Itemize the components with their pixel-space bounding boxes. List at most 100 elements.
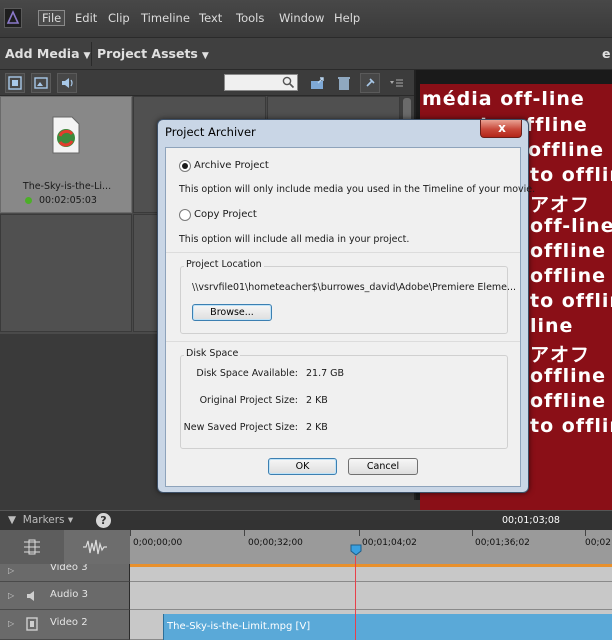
offline-text: to offlin [530, 164, 612, 186]
project-assets-label: Project Assets [97, 46, 198, 61]
offline-text: offline [530, 265, 607, 287]
video-filter-button[interactable] [5, 73, 25, 93]
timeline-clip[interactable]: The-Sky-is-the-Limit.mpg [V] [163, 614, 612, 640]
disk-space-title: Disk Space [184, 348, 241, 359]
ruler-label: 0;00;00;00 [133, 538, 183, 548]
project-archiver-dialog: Project Archiver x Archive Project This … [157, 119, 535, 493]
clip-label: The-Sky-is-the-Limit.mpg [V] [167, 621, 311, 632]
ruler-tick [130, 530, 131, 536]
offline-text: to offlin [530, 415, 612, 437]
track-body-video-3[interactable] [130, 567, 612, 582]
track-name: Video 2 [50, 617, 88, 628]
menu-timeline[interactable]: Timeline [141, 11, 190, 25]
dialog-body: Archive Project This option will only in… [165, 147, 535, 487]
menu-clip[interactable]: Clip [108, 11, 130, 25]
new-folder-icon[interactable] [310, 75, 326, 91]
project-location-path: \\vsrvfile01\hometeacher$\burrowes_david… [192, 282, 517, 293]
pin-icon [366, 78, 375, 87]
add-media-label: Add Media [5, 46, 80, 61]
project-location-group [180, 266, 508, 334]
menu-bar: File Edit Clip Timeline Text Tools Windo… [0, 0, 612, 38]
project-location-title: Project Location [184, 259, 264, 270]
asset-duration: 00:02:05:03 [39, 195, 97, 206]
waveform-icon [83, 539, 107, 555]
speaker-icon[interactable] [25, 589, 39, 603]
search-input[interactable] [224, 74, 298, 91]
expand-icon[interactable]: ▷ [8, 619, 14, 628]
panel-menu-icon[interactable] [388, 75, 404, 91]
ruler-tick [472, 530, 473, 536]
archive-description: This option will only include media you … [179, 184, 536, 195]
app-logo-icon[interactable] [4, 8, 22, 28]
track-body-audio-3[interactable] [130, 582, 612, 610]
close-button[interactable]: x [480, 120, 522, 138]
track-header-audio-3[interactable]: ▷ Audio 3 [0, 582, 130, 610]
markers-menu[interactable]: ▼ Markers ▾ [8, 514, 73, 526]
playhead-handle[interactable] [350, 544, 362, 556]
menu-edit[interactable]: Edit [75, 11, 97, 25]
ok-button[interactable]: OK [268, 458, 337, 475]
markers-label: Markers [22, 514, 65, 526]
asset-name: The-Sky-is-the-Li... [22, 181, 112, 192]
track-name: Audio 3 [50, 589, 88, 600]
film-icon[interactable] [25, 617, 39, 631]
archive-project-label[interactable]: Archive Project [194, 160, 269, 171]
add-media-button[interactable]: Add Media ▼ [0, 38, 90, 70]
dialog-title: Project Archiver [165, 125, 256, 139]
track-header-video-2[interactable]: ▷ Video 2 [0, 610, 130, 640]
ruler-tick [585, 530, 586, 536]
speaker-icon [62, 78, 73, 88]
menu-text[interactable]: Text [199, 11, 222, 25]
offline-text: média off-line [422, 88, 585, 110]
copy-project-radio[interactable] [179, 209, 191, 221]
project-assets-button[interactable]: Project Assets ▼ [92, 38, 209, 70]
pin-button[interactable] [360, 73, 380, 93]
menu-help[interactable]: Help [334, 11, 360, 25]
offline-text: アオフ [530, 194, 591, 216]
current-timecode: 00;01;03;08 [502, 515, 560, 526]
menu-tools[interactable]: Tools [236, 11, 264, 25]
close-icon: x [498, 121, 506, 135]
image-icon [34, 77, 48, 89]
offline-text: off-line [530, 215, 612, 237]
track-options-icon[interactable] [22, 538, 42, 556]
offline-text: offline [530, 365, 607, 387]
divider [166, 252, 520, 253]
search-icon[interactable] [282, 76, 295, 89]
new-size-value: 2 KB [306, 422, 328, 433]
copy-description: This option will include all media in yo… [179, 234, 410, 245]
expand-icon[interactable]: ▷ [8, 566, 14, 575]
timeline-tools [0, 530, 130, 564]
archive-project-radio[interactable] [179, 160, 191, 172]
track-name: Video 3 [50, 564, 88, 573]
timeline-header: ▼ Markers ▾ ? 00;01;03;08 [0, 510, 612, 530]
ruler-label: 00;01;36;02 [475, 538, 530, 548]
audio-filter-button[interactable] [57, 73, 77, 93]
offline-text: アオフ [530, 344, 591, 366]
copy-project-label[interactable]: Copy Project [194, 209, 257, 220]
playhead-line [355, 556, 356, 640]
expand-icon[interactable]: ▷ [8, 591, 14, 600]
offline-text: line [530, 315, 574, 337]
menu-file[interactable]: File [38, 10, 66, 26]
help-icon[interactable]: ? [96, 513, 111, 528]
image-filter-button[interactable] [31, 73, 51, 93]
ruler-tick [359, 530, 360, 536]
ruler-label: 00;01;04;02 [362, 538, 417, 548]
panel-extra-label: e [602, 46, 611, 61]
timeline-ruler[interactable]: 0;00;00;00 00;00;32;00 00;01;04;02 00;01… [130, 530, 612, 564]
asset-item[interactable]: The-Sky-is-the-Li... 00:02:05:03 [0, 96, 132, 213]
cancel-button[interactable]: Cancel [348, 458, 418, 475]
browse-button[interactable]: Browse... [192, 304, 272, 321]
audio-waveform-toggle[interactable] [64, 530, 130, 564]
menu-window[interactable]: Window [279, 11, 324, 25]
disk-available-label: Disk Space Available: [196, 368, 298, 379]
original-size-value: 2 KB [306, 395, 328, 406]
trash-icon[interactable] [336, 75, 352, 91]
offline-text: to offlin [530, 290, 612, 312]
original-size-label: Original Project Size: [199, 395, 298, 406]
offline-text: offline [530, 240, 607, 262]
track-header-video-3[interactable]: ▷ Video 3 [0, 564, 130, 582]
disk-available-value: 21.7 GB [306, 368, 345, 379]
ruler-label: 00;02 [585, 538, 611, 548]
